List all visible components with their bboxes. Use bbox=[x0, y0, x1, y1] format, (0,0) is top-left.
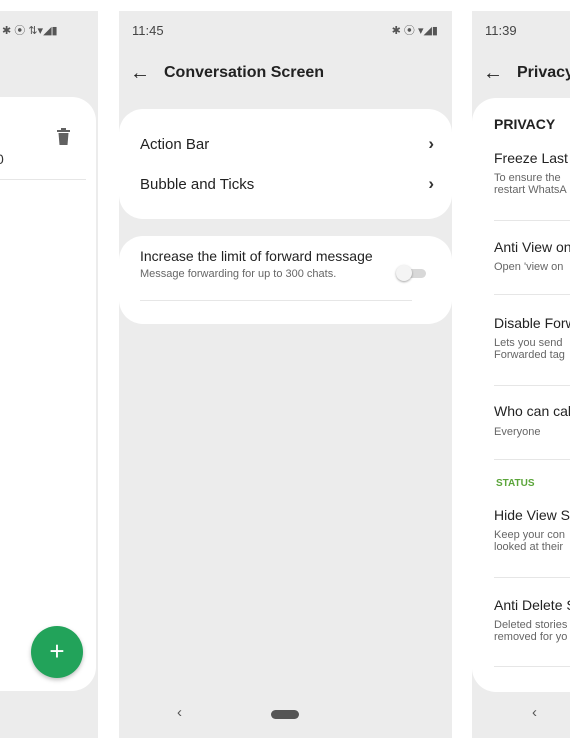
page-title: Conversation Screen bbox=[164, 64, 325, 81]
app-bar: ← Privacy bbox=[472, 59, 570, 87]
setting-subtitle: removed for yo bbox=[494, 631, 568, 643]
setting-title: Disable Forw bbox=[494, 315, 570, 331]
setting-subtitle: Forwarded tag bbox=[494, 349, 565, 361]
section-title-status: STATUS bbox=[496, 478, 535, 489]
setting-hide-view-status[interactable]: Hide View St Keep your con looked at the… bbox=[494, 507, 570, 553]
divider bbox=[494, 459, 570, 460]
forward-limit-toggle[interactable] bbox=[396, 265, 428, 281]
status-bar: 11:39 bbox=[472, 11, 570, 49]
setting-title: Freeze Last S bbox=[494, 150, 570, 166]
setting-subtitle: Message forwarding for up to 300 chats. bbox=[140, 268, 337, 280]
right-phone-screen: 11:39 ← Privacy PRIVACY Freeze Last S To… bbox=[472, 11, 570, 738]
divider bbox=[494, 294, 570, 295]
setting-disable-forwarded[interactable]: Disable Forw Lets you send Forwarded tag bbox=[494, 315, 570, 361]
nav-bar: ‹ bbox=[119, 690, 452, 738]
divider bbox=[494, 385, 570, 386]
nav-home-pill[interactable] bbox=[271, 710, 299, 719]
nav-bar: ‹ bbox=[472, 690, 570, 738]
setting-title: Hide View St bbox=[494, 507, 570, 523]
menu-card: Action Bar › Bubble and Ticks › bbox=[119, 109, 452, 219]
back-arrow-icon[interactable]: ← bbox=[483, 62, 503, 85]
middle-phone-screen: 11:45 ✱ ⦿ ▾◢▮ ← Conversation Screen Acti… bbox=[119, 11, 452, 738]
divider bbox=[494, 220, 570, 221]
status-bar: 11:45 ✱ ⦿ ▾◢▮ bbox=[119, 11, 452, 49]
setting-subtitle: Everyone bbox=[494, 426, 541, 438]
nav-back-icon[interactable]: ‹ bbox=[532, 704, 537, 721]
left-phone-screen: ✱ ⦿ ⇅▾◢▮ 0 + bbox=[0, 11, 98, 738]
trash-icon[interactable] bbox=[57, 128, 70, 145]
setting-subtitle: Open 'view on bbox=[494, 261, 564, 273]
divider bbox=[494, 666, 570, 667]
menu-item-action-bar[interactable]: Action Bar › bbox=[119, 127, 452, 161]
setting-title: Who can cal bbox=[494, 403, 570, 419]
setting-subtitle: Keep your con bbox=[494, 529, 565, 541]
menu-item-label: Bubble and Ticks bbox=[140, 176, 255, 193]
status-icons: ✱ ⦿ ⇅▾◢▮ bbox=[2, 25, 58, 37]
setting-title: Anti View on bbox=[494, 239, 570, 255]
setting-subtitle: looked at their bbox=[494, 541, 564, 553]
status-icons: ✱ ⦿ ▾◢▮ bbox=[391, 25, 438, 37]
menu-item-label: Action Bar bbox=[140, 136, 210, 153]
setting-anti-delete-status[interactable]: Anti Delete S Deleted stories removed fo… bbox=[494, 597, 570, 643]
divider bbox=[0, 179, 86, 180]
privacy-card: PRIVACY Freeze Last S To ensure the rest… bbox=[472, 98, 570, 692]
section-title-privacy: PRIVACY bbox=[494, 116, 556, 132]
status-time: 11:39 bbox=[485, 23, 517, 38]
toggle-knob bbox=[396, 265, 412, 281]
divider bbox=[140, 300, 412, 301]
setting-title: Increase the limit of forward message bbox=[140, 248, 373, 264]
status-time: 11:45 bbox=[132, 23, 164, 38]
chevron-right-icon: › bbox=[428, 174, 434, 193]
divider bbox=[494, 577, 570, 578]
setting-title: Anti Delete S bbox=[494, 597, 570, 613]
list-item-value: 0 bbox=[0, 151, 4, 167]
setting-subtitle: To ensure the bbox=[494, 172, 561, 184]
setting-subtitle: Deleted stories bbox=[494, 619, 568, 631]
setting-subtitle: Lets you send bbox=[494, 337, 563, 349]
setting-freeze-last-seen[interactable]: Freeze Last S To ensure the restart What… bbox=[494, 150, 570, 196]
add-fab-button[interactable]: + bbox=[31, 626, 83, 678]
forward-setting-card: Increase the limit of forward message Me… bbox=[119, 236, 452, 324]
nav-back-icon[interactable]: ‹ bbox=[177, 704, 182, 721]
app-bar: ← Conversation Screen bbox=[119, 59, 452, 87]
setting-anti-view-once[interactable]: Anti View on Open 'view on bbox=[494, 239, 570, 273]
chevron-right-icon: › bbox=[428, 134, 434, 153]
list-card: 0 bbox=[0, 97, 96, 691]
setting-subtitle: restart WhatsA bbox=[494, 184, 567, 196]
menu-item-bubble-and-ticks[interactable]: Bubble and Ticks › bbox=[119, 167, 452, 201]
back-arrow-icon[interactable]: ← bbox=[130, 62, 150, 85]
status-bar: ✱ ⦿ ⇅▾◢▮ bbox=[0, 11, 98, 49]
page-title: Privacy bbox=[517, 64, 570, 81]
setting-who-can-call[interactable]: Who can cal Everyone bbox=[494, 403, 570, 438]
forward-limit-setting[interactable]: Increase the limit of forward message Me… bbox=[140, 248, 382, 280]
